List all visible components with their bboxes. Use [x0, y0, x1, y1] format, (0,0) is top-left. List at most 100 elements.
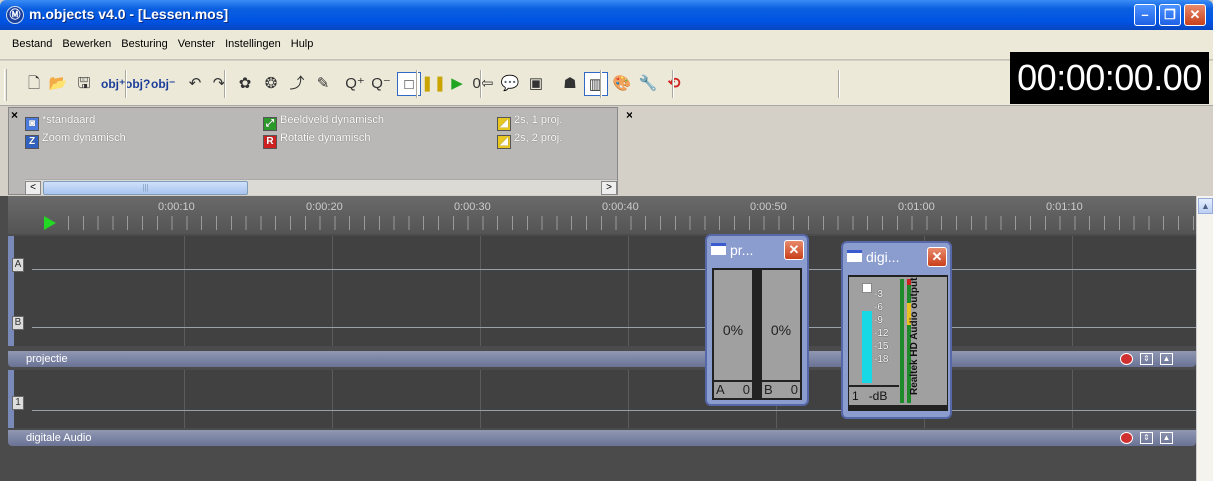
ruler-tick-label: 0:00:50	[750, 201, 787, 213]
record-icon[interactable]	[1120, 432, 1133, 444]
lane-tag-1[interactable]: 1	[12, 396, 24, 410]
effect-item[interactable]: R Rotatie dynamisch	[263, 130, 371, 149]
meter-icon[interactable]: ▥	[584, 72, 608, 96]
obj-minus-icon[interactable]: obj⁻	[151, 72, 175, 96]
play-icon[interactable]: ▶	[445, 72, 469, 96]
effect-label: Rotatie dynamisch	[280, 132, 371, 144]
effect-item[interactable]: ⤢ Beeldveld dynamisch	[263, 112, 384, 131]
record-icon[interactable]	[1120, 353, 1133, 365]
wrench-icon[interactable]: 🔧	[636, 72, 660, 96]
zoom-out-icon[interactable]: Q⁻	[369, 72, 393, 96]
ruler-tick-label: 0:01:00	[898, 201, 935, 213]
audio-level-bar	[862, 311, 872, 383]
toolbar-separator	[415, 70, 418, 98]
maximize-button[interactable]: ❐	[1159, 4, 1181, 26]
minimize-button[interactable]: –	[1134, 4, 1156, 26]
menu-bestand[interactable]: Bestand	[0, 30, 57, 58]
projector-b-percent: 0%	[770, 322, 792, 338]
ruler-tick-label: 0:00:10	[158, 201, 195, 213]
menu-bewerken[interactable]: Bewerken	[57, 30, 116, 58]
scroll-left-button[interactable]: <	[25, 181, 41, 195]
projector-icon[interactable]: ☗	[558, 72, 582, 96]
toolbar-grip[interactable]	[4, 69, 7, 101]
menu-instellingen[interactable]: Instellingen	[220, 30, 286, 58]
track-digitale-audio[interactable]	[8, 370, 1196, 428]
pen-tool-icon[interactable]: ✎	[311, 72, 335, 96]
collapse-expand-icon[interactable]: ⇕	[1140, 432, 1153, 444]
playhead-marker-icon[interactable]	[44, 216, 56, 230]
scroll-up-button[interactable]: ▲	[1198, 198, 1213, 214]
grid-line	[184, 370, 185, 428]
zoom-in-icon[interactable]: Q⁺	[343, 72, 367, 96]
close-button[interactable]: ✕	[1184, 4, 1206, 26]
pause-icon[interactable]: ❚❚	[421, 72, 446, 96]
menu-besturing[interactable]: Besturing	[116, 30, 172, 58]
lane-line-1	[32, 410, 1196, 411]
grid-line	[480, 236, 481, 346]
ruler-tick-label: 0:01:10	[1046, 201, 1083, 213]
color-wheel-icon[interactable]: ✿	[233, 72, 257, 96]
toolbar-separator	[223, 70, 226, 98]
lane-tag-b[interactable]: B	[12, 316, 24, 330]
collapse-expand-icon[interactable]: ⇕	[1140, 353, 1153, 365]
projection-window-close-button[interactable]: ✕	[784, 240, 804, 260]
ruler-tick-label: 0:00:40	[602, 201, 639, 213]
obj-add-icon[interactable]: obj⁺	[101, 72, 125, 96]
projection-window[interactable]: pr... ✕ 0% A0 0% B0	[705, 234, 809, 406]
standaard-icon: ◙	[25, 117, 39, 131]
lane-tag-a[interactable]: A	[12, 258, 24, 272]
audio-window-close-button[interactable]: ✕	[927, 247, 947, 267]
toolbar-separator	[125, 70, 128, 98]
zero-position-icon[interactable]: 0⇦	[471, 72, 495, 96]
color-rotate-icon[interactable]: ❂	[259, 72, 283, 96]
effect-item[interactable]: ◢ 2s, 1 proj.	[497, 112, 562, 131]
projection-window-title-text: pr...	[730, 242, 754, 258]
audio-device-label: Realtek HD Audio output	[909, 277, 920, 395]
menu-venster[interactable]: Venster	[173, 30, 220, 58]
projector-b-label: B0	[762, 380, 800, 398]
open-folder-icon[interactable]: 📂	[46, 72, 70, 96]
time-ruler[interactable]: 0:00:10 0:00:20 0:00:30 0:00:40 0:00:50 0:01:…	[8, 196, 1196, 234]
rotation-dynamic-icon: R	[263, 135, 277, 149]
grid-line	[480, 370, 481, 428]
audio-window[interactable]: digi... ✕ -3 -6 -9 -12 -15 -18 Realtek HD Aud…	[841, 241, 952, 419]
effects-hscrollbar[interactable]: < ||| >	[25, 179, 617, 195]
new-icon[interactable]: 🗋	[22, 72, 46, 96]
toolbar-separator	[672, 70, 675, 98]
pick-tool-icon[interactable]: ⤴	[285, 72, 309, 96]
grid-line	[184, 236, 185, 346]
track-projectie[interactable]	[8, 236, 1196, 346]
image-icon[interactable]: ▣	[524, 72, 548, 96]
grid-line	[628, 370, 629, 428]
mobjects-app-icon[interactable]: Ⓜ	[6, 6, 24, 24]
ruler-tick-label: 0:00:20	[306, 201, 343, 213]
grid-line	[1072, 236, 1073, 346]
eject-icon[interactable]: ▲	[1160, 432, 1173, 444]
obj-query-icon[interactable]: obj?	[125, 72, 150, 96]
scroll-right-button[interactable]: >	[601, 181, 617, 195]
paint-icon[interactable]: 🎨	[610, 72, 634, 96]
timeline-vscrollbar[interactable]: ▲	[1196, 196, 1213, 481]
lane-line-a	[32, 269, 1196, 270]
timeline-area[interactable]: 0:00:10 0:00:20 0:00:30 0:00:40 0:00:50 0:01:…	[0, 196, 1196, 481]
fade-1-proj-icon: ◢	[497, 117, 511, 131]
effects-close-button[interactable]: ×	[11, 108, 18, 122]
redo-icon[interactable]: ↷	[207, 72, 231, 96]
effect-label: *standaard	[42, 114, 96, 126]
effect-item[interactable]: ◙ *standaard	[25, 112, 96, 131]
effect-item[interactable]: ◢ 2s, 2 proj.	[497, 130, 562, 149]
comment-icon[interactable]: 💬	[498, 72, 522, 96]
eject-icon[interactable]: ▲	[1160, 353, 1173, 365]
fade-2-proj-icon: ◢	[497, 135, 511, 149]
save-icon[interactable]: 🖫	[72, 72, 96, 96]
audio-scale-label: -18	[874, 354, 889, 365]
grid-line	[332, 370, 333, 428]
grid-line	[332, 236, 333, 346]
toolbar-separator	[838, 70, 840, 98]
projector-a-letter: A	[716, 382, 725, 397]
undo-icon[interactable]: ↶	[183, 72, 207, 96]
scroll-thumb[interactable]: |||	[43, 181, 248, 195]
menu-hulp[interactable]: Hulp	[286, 30, 319, 58]
effect-item[interactable]: Z Zoom dynamisch	[25, 130, 126, 149]
audio-channel-footer: 1 -dB	[849, 385, 899, 405]
